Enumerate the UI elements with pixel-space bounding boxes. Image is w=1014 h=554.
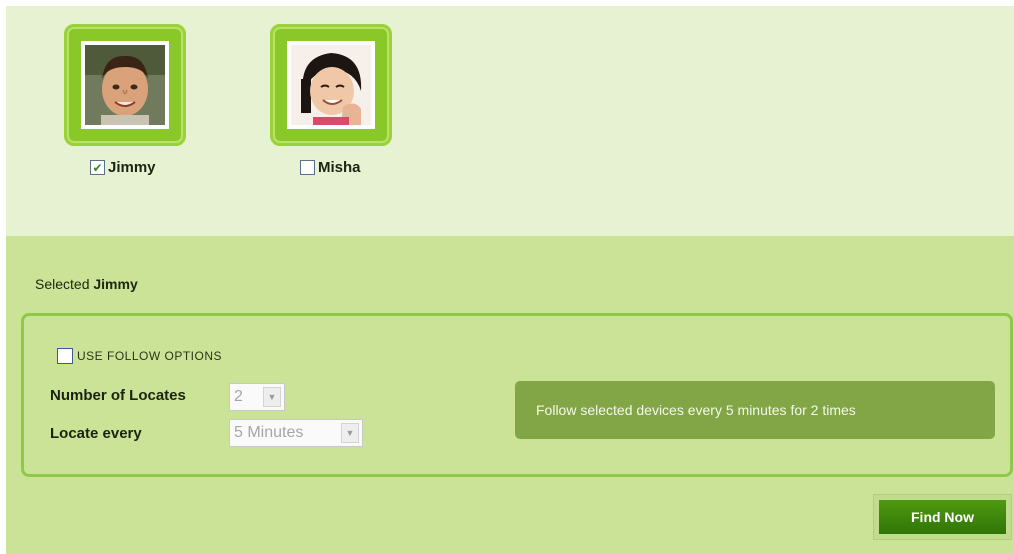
follow-options-box: USE FOLLOW OPTIONS Number of Locates 2 ▼…	[21, 313, 1013, 477]
use-follow-options-label: USE FOLLOW OPTIONS	[77, 349, 223, 363]
find-now-button[interactable]: Find Now	[873, 494, 1012, 540]
locate-every-value: 5 Minutes	[234, 424, 304, 441]
girl-portrait-photo	[291, 45, 371, 125]
device-card-jimmy[interactable]: ✔ Jimmy	[64, 24, 188, 176]
selected-device-name: Jimmy	[93, 276, 138, 292]
device-photo-background	[287, 41, 375, 129]
device-photo-frame[interactable]	[270, 24, 392, 146]
checkbox-unchecked-icon[interactable]	[300, 160, 315, 175]
selected-prefix: Selected	[35, 276, 90, 292]
locate-every-select[interactable]: 5 Minutes ▼	[229, 419, 363, 447]
number-of-locates-label: Number of Locates	[50, 387, 186, 404]
locate-every-label: Locate every	[50, 425, 142, 442]
follow-summary-text: Follow selected devices every 5 minutes …	[536, 402, 856, 418]
number-of-locates-select[interactable]: 2 ▼	[229, 383, 285, 411]
device-checkbox-jimmy[interactable]: ✔ Jimmy	[90, 159, 156, 176]
use-follow-options-checkbox[interactable]: USE FOLLOW OPTIONS	[57, 348, 222, 364]
device-selection-panel: ✔ Jimmy Misha	[6, 6, 1014, 236]
boy-portrait-photo	[85, 45, 165, 125]
device-name-label: Misha	[318, 159, 361, 176]
device-name-label: Jimmy	[108, 159, 156, 176]
device-photo-frame[interactable]	[64, 24, 186, 146]
follow-summary-banner: Follow selected devices every 5 minutes …	[515, 381, 995, 439]
chevron-down-icon[interactable]: ▼	[263, 387, 281, 407]
find-now-button-face[interactable]: Find Now	[879, 500, 1006, 534]
number-of-locates-value: 2	[234, 388, 243, 405]
checkbox-unchecked-icon[interactable]	[57, 348, 73, 364]
chevron-down-icon[interactable]: ▼	[341, 423, 359, 443]
device-checkbox-misha[interactable]: Misha	[300, 159, 361, 176]
selected-device-line: Selected Jimmy	[35, 276, 138, 292]
checkbox-checked-icon[interactable]: ✔	[90, 160, 105, 175]
locate-options-panel: Selected Jimmy USE FOLLOW OPTIONS Number…	[6, 236, 1014, 554]
device-photo-background	[81, 41, 169, 129]
device-card-misha[interactable]: Misha	[270, 24, 394, 176]
